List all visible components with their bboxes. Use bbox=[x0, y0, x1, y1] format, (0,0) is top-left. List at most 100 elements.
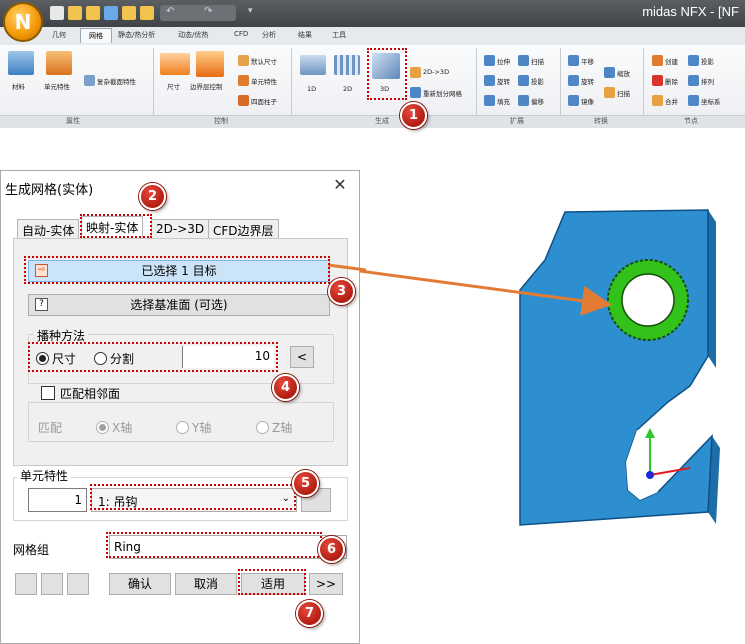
revolve-button[interactable]: 旋转 bbox=[497, 76, 510, 86]
tab-cfd[interactable]: CFD bbox=[234, 30, 248, 38]
sweep-icon[interactable] bbox=[518, 55, 529, 66]
revolve-icon[interactable] bbox=[484, 75, 495, 86]
radio-y-axis[interactable] bbox=[176, 421, 189, 434]
sweep-button[interactable]: 扫描 bbox=[531, 56, 544, 66]
undo-redo-group[interactable]: ↶ ↷ bbox=[160, 5, 236, 21]
default-size-icon[interactable] bbox=[238, 55, 249, 66]
translate-button[interactable]: 平移 bbox=[581, 56, 594, 66]
table-icon[interactable] bbox=[15, 573, 37, 595]
arrange-node-button[interactable]: 排列 bbox=[701, 76, 714, 86]
project-icon[interactable] bbox=[518, 75, 529, 86]
remesh-button[interactable]: 重新划分网格 bbox=[423, 88, 462, 98]
offset-icon[interactable] bbox=[518, 95, 529, 106]
tab-2d-to-3d[interactable]: 2D->3D bbox=[151, 219, 210, 239]
radio-x-axis[interactable] bbox=[96, 421, 109, 434]
size-button[interactable]: 尺寸 bbox=[167, 81, 180, 91]
close-icon[interactable]: ✕ bbox=[331, 176, 349, 194]
create-node-icon[interactable] bbox=[652, 55, 663, 66]
complex-section-icon[interactable] bbox=[84, 75, 95, 86]
app-logo[interactable]: N bbox=[3, 2, 43, 42]
boundary-layer-button[interactable]: 边界层控制 bbox=[190, 81, 223, 91]
complex-section-button[interactable]: 复杂截面特性 bbox=[97, 76, 136, 86]
open-recent-icon[interactable] bbox=[86, 6, 100, 20]
arrange-node-icon[interactable] bbox=[688, 75, 699, 86]
2d-to-3d-button[interactable]: 2D->3D bbox=[423, 68, 449, 76]
boundary-layer-icon[interactable] bbox=[196, 51, 224, 77]
save-icon[interactable] bbox=[104, 6, 118, 20]
group-label-node: 节点 bbox=[684, 117, 698, 125]
element-property-id-field[interactable]: 1 bbox=[28, 488, 87, 512]
tab-tools[interactable]: 工具 bbox=[332, 30, 346, 40]
tab-auto-solid[interactable]: 自动-实体 bbox=[17, 219, 80, 239]
select-base-face-button[interactable]: ? 选择基准面 (可选) bbox=[28, 294, 330, 316]
hook-body[interactable] bbox=[519, 209, 713, 526]
rotate-button[interactable]: 旋转 bbox=[581, 76, 594, 86]
project-node-icon[interactable] bbox=[688, 55, 699, 66]
mirror-button[interactable]: 镜像 bbox=[581, 96, 594, 106]
qat-dropdown-icon[interactable]: ▾ bbox=[248, 6, 253, 16]
merge-node-icon[interactable] bbox=[652, 95, 663, 106]
material-button[interactable]: 材料 bbox=[12, 81, 25, 91]
more-button[interactable]: >> bbox=[309, 573, 343, 595]
material-icon[interactable] bbox=[8, 51, 34, 75]
remesh-icon[interactable] bbox=[410, 87, 421, 98]
open-folder-icon[interactable] bbox=[68, 6, 82, 20]
hook-side-face bbox=[708, 210, 716, 368]
cancel-button[interactable]: 取消 bbox=[175, 573, 237, 595]
element-property-icon[interactable] bbox=[46, 51, 72, 75]
ok-button[interactable]: 确认 bbox=[109, 573, 171, 595]
element-property-small-icon[interactable] bbox=[238, 75, 249, 86]
delete-node-icon[interactable] bbox=[652, 75, 663, 86]
extrude-icon[interactable] bbox=[484, 55, 495, 66]
match-adjacent-checkbox[interactable] bbox=[41, 386, 55, 400]
seed-pick-button[interactable]: < bbox=[290, 346, 314, 368]
scale-button[interactable]: 缩放 bbox=[617, 68, 630, 78]
merge-node-button[interactable]: 合并 bbox=[665, 96, 678, 106]
tetra-pillar-button[interactable]: 四面柱子 bbox=[251, 96, 277, 106]
2d-to-3d-icon[interactable] bbox=[410, 67, 421, 78]
export-icon[interactable] bbox=[140, 6, 154, 20]
coordinate-system-icon[interactable] bbox=[688, 95, 699, 106]
tetra-pillar-icon[interactable] bbox=[238, 95, 249, 106]
extrude-button[interactable]: 拉伸 bbox=[497, 56, 510, 66]
tab-static-thermal[interactable]: 静态/热分析 bbox=[118, 30, 155, 40]
coordinate-system-button[interactable]: 坐标系 bbox=[701, 96, 721, 106]
element-property-button[interactable]: 单元特性 bbox=[44, 81, 70, 91]
tab-cfd-boundary-layer[interactable]: CFD边界层 bbox=[208, 219, 279, 239]
tab-geometry[interactable]: 几何 bbox=[52, 30, 66, 40]
tab-results[interactable]: 结果 bbox=[298, 30, 312, 40]
eraser-icon[interactable] bbox=[41, 573, 63, 595]
delete-node-button[interactable]: 删除 bbox=[665, 76, 678, 86]
offset-button[interactable]: 偏移 bbox=[531, 96, 544, 106]
select-base-face-label: 选择基准面 (可选) bbox=[130, 298, 228, 312]
mesh-2d-button[interactable]: 2D bbox=[343, 85, 352, 93]
scan-icon[interactable] bbox=[604, 87, 615, 98]
mesh-2d-icon[interactable] bbox=[334, 55, 360, 75]
undo-icon[interactable]: ↶ bbox=[166, 6, 174, 17]
scale-icon[interactable] bbox=[604, 67, 615, 78]
rotate-icon[interactable] bbox=[568, 75, 579, 86]
tab-dynamic[interactable]: 动态/优热 bbox=[178, 30, 208, 40]
mirror-icon[interactable] bbox=[568, 95, 579, 106]
element-property-small-button[interactable]: 单元特性 bbox=[251, 76, 277, 86]
project-node-button[interactable]: 投影 bbox=[701, 56, 714, 66]
tab-analysis[interactable]: 分析 bbox=[262, 30, 276, 40]
new-file-icon[interactable] bbox=[50, 6, 64, 20]
preview-icon[interactable] bbox=[67, 573, 89, 595]
fill-button[interactable]: 填充 bbox=[497, 96, 510, 106]
size-icon[interactable] bbox=[160, 53, 190, 75]
project-button[interactable]: 投影 bbox=[531, 76, 544, 86]
mesh-1d-icon[interactable] bbox=[300, 55, 326, 75]
translate-icon[interactable] bbox=[568, 55, 579, 66]
model-viewport[interactable] bbox=[360, 128, 745, 644]
fill-icon[interactable] bbox=[484, 95, 495, 106]
tab-mesh[interactable]: 网格 bbox=[80, 28, 112, 43]
radio-z-axis[interactable] bbox=[256, 421, 269, 434]
redo-icon[interactable]: ↷ bbox=[204, 6, 212, 17]
group-label-property: 属性 bbox=[66, 117, 80, 125]
create-node-button[interactable]: 创建 bbox=[665, 56, 678, 66]
scan-button[interactable]: 扫描 bbox=[617, 88, 630, 98]
folder-icon[interactable] bbox=[122, 6, 136, 20]
default-size-button[interactable]: 默认尺寸 bbox=[251, 56, 277, 66]
mesh-1d-button[interactable]: 1D bbox=[307, 85, 316, 93]
